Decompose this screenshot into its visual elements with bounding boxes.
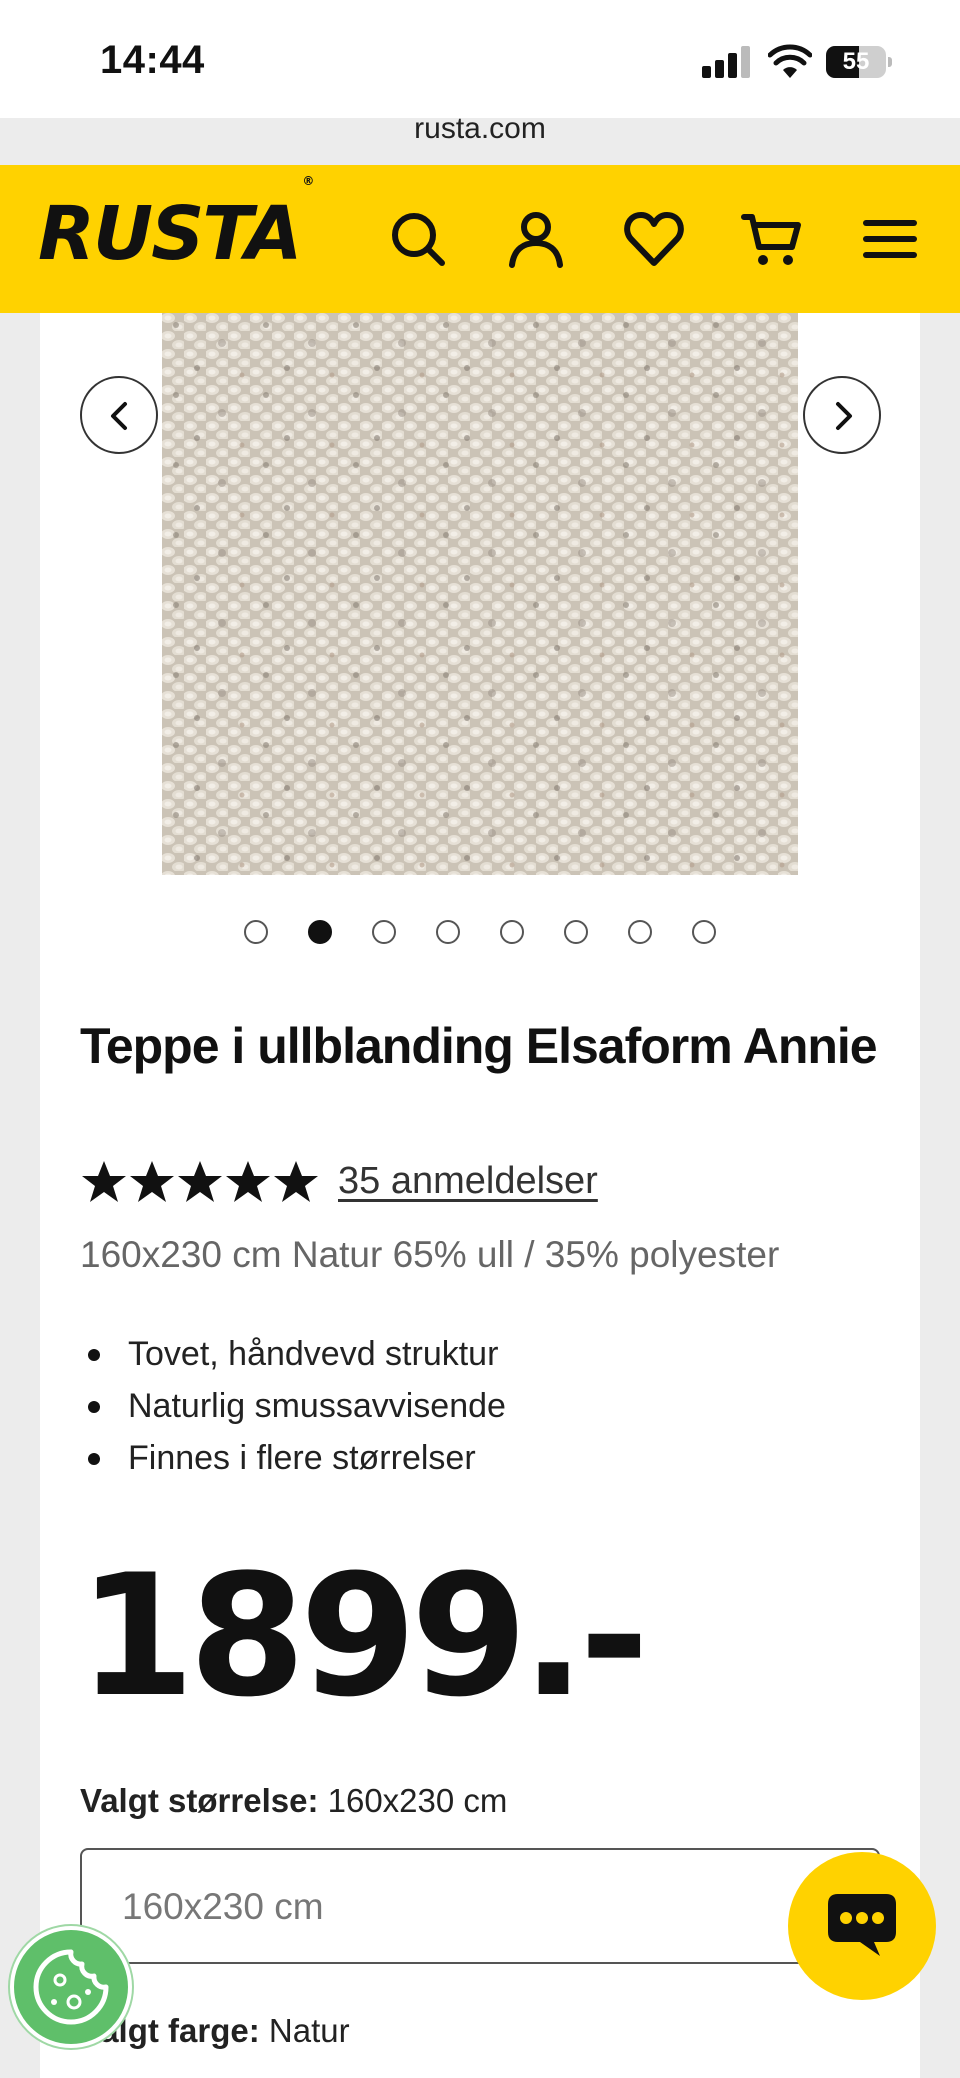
- reviews-link[interactable]: 35 anmeldelser: [338, 1160, 598, 1203]
- pagination-dot[interactable]: [244, 920, 268, 944]
- pagination-dot[interactable]: [500, 920, 524, 944]
- rusta-logo[interactable]: RUSTA®: [38, 175, 314, 271]
- product-price: 1899.-: [78, 1538, 649, 1734]
- star-icon: [82, 1161, 126, 1202]
- cookie-icon: [33, 1949, 109, 2025]
- image-pagination-dots: [0, 918, 960, 946]
- star-icon: [130, 1161, 174, 1202]
- chevron-right-icon: [836, 402, 852, 430]
- wifi-icon: [768, 44, 812, 78]
- menu-icon[interactable]: [858, 207, 922, 271]
- pagination-dot[interactable]: [372, 920, 396, 944]
- selected-size-label: Valgt størrelse: 160x230 cm: [80, 1782, 508, 1819]
- account-icon[interactable]: [504, 207, 568, 271]
- product-image[interactable]: [162, 313, 798, 875]
- star-icon: [274, 1161, 318, 1202]
- chat-button[interactable]: [788, 1852, 936, 2000]
- chevron-left-icon: [111, 402, 127, 430]
- feature-list: Tovet, håndvevd struktur Naturlig smussa…: [80, 1328, 506, 1484]
- pagination-dot[interactable]: [564, 920, 588, 944]
- product-title: Teppe i ullblanding Elsaform Annie: [80, 1018, 878, 1074]
- cellular-signal-icon: [702, 46, 750, 78]
- cart-icon[interactable]: [740, 207, 804, 271]
- previous-image-button[interactable]: [80, 376, 158, 454]
- list-item: Tovet, håndvevd struktur: [80, 1328, 506, 1380]
- address-bar-url[interactable]: rusta.com: [0, 112, 960, 146]
- search-icon[interactable]: [386, 207, 450, 271]
- pagination-dot[interactable]: [692, 920, 716, 944]
- product-subtitle: 160x230 cm Natur 65% ull / 35% polyester: [80, 1234, 780, 1275]
- pagination-dot[interactable]: [436, 920, 460, 944]
- wishlist-heart-icon[interactable]: [622, 207, 686, 271]
- star-icon: [226, 1161, 270, 1202]
- pagination-dot[interactable]: [628, 920, 652, 944]
- status-bar: 14:44 55 rusta.com: [0, 0, 960, 145]
- next-image-button[interactable]: [803, 376, 881, 454]
- battery-percent: 55: [842, 48, 870, 75]
- status-time: 14:44: [100, 38, 205, 82]
- size-select[interactable]: 160x230 cm: [80, 1848, 880, 1964]
- cookie-settings-button[interactable]: [10, 1926, 132, 2048]
- list-item: Naturlig smussavvisende: [80, 1380, 506, 1432]
- star-icon: [178, 1161, 222, 1202]
- battery-icon: 55: [826, 46, 892, 78]
- list-item: Finnes i flere størrelser: [80, 1432, 506, 1484]
- site-header: RUSTA®: [0, 165, 960, 313]
- pagination-dot[interactable]: [308, 920, 332, 944]
- chat-bubble-icon: [828, 1894, 896, 1956]
